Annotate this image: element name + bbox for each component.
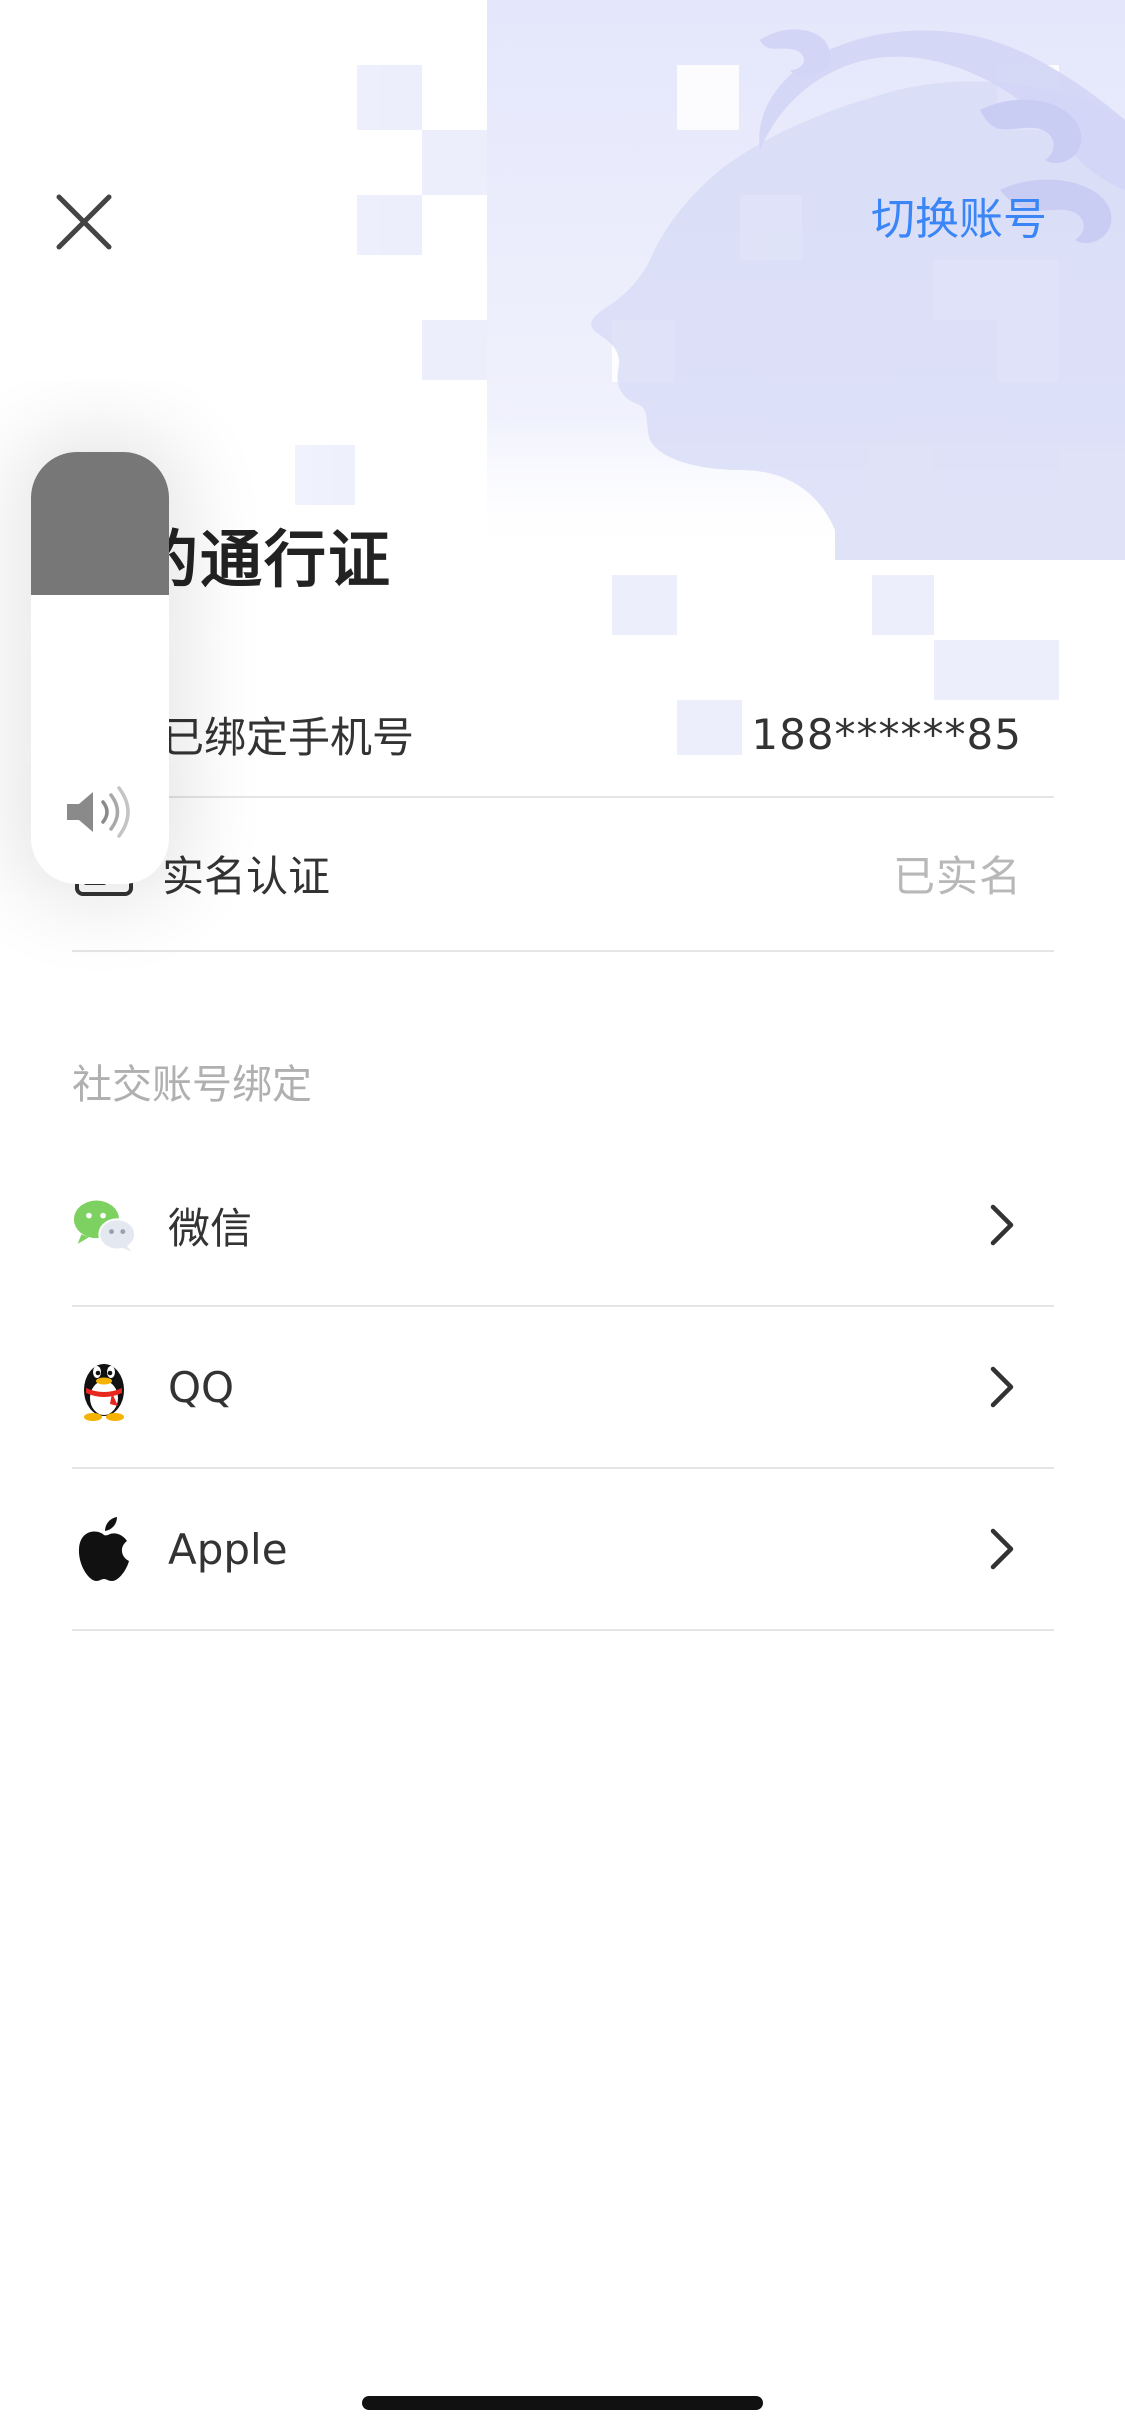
account-page: 切换账号 我的通行证 已绑定手机号 188******85 实名认证 已实名 社… [0, 0, 1125, 2436]
close-button[interactable] [44, 182, 124, 262]
volume-level-fill [31, 452, 169, 595]
chevron-right-icon [972, 1519, 1032, 1579]
bound-phone-row[interactable]: 已绑定手机号 188******85 [72, 672, 1054, 798]
volume-hud[interactable] [31, 452, 169, 884]
apple-icon [72, 1517, 136, 1581]
wechat-label: 微信 [168, 1203, 253, 1253]
chevron-right-icon [972, 1195, 1032, 1255]
qq-icon [72, 1355, 136, 1421]
switch-account-button[interactable]: 切换账号 [871, 190, 1047, 250]
chevron-right-icon [972, 1357, 1032, 1417]
social-section-label: 社交账号绑定 [72, 1062, 312, 1108]
social-item-qq[interactable]: QQ [72, 1307, 1054, 1469]
qq-label: QQ [168, 1362, 235, 1412]
speaker-icon [67, 786, 130, 838]
wechat-icon [72, 1193, 136, 1257]
real-name-status: 已实名 [892, 851, 1022, 901]
social-item-wechat[interactable]: 微信 [72, 1145, 1054, 1307]
apple-label: Apple [168, 1524, 288, 1574]
close-icon [56, 194, 112, 250]
real-name-row[interactable]: 实名认证 已实名 [72, 796, 1054, 952]
bound-phone-label: 已绑定手机号 [162, 712, 415, 762]
social-item-apple[interactable]: Apple [72, 1469, 1054, 1631]
home-indicator[interactable] [362, 2396, 763, 2410]
bound-phone-value: 188******85 [751, 709, 1022, 759]
real-name-label: 实名认证 [162, 851, 331, 901]
